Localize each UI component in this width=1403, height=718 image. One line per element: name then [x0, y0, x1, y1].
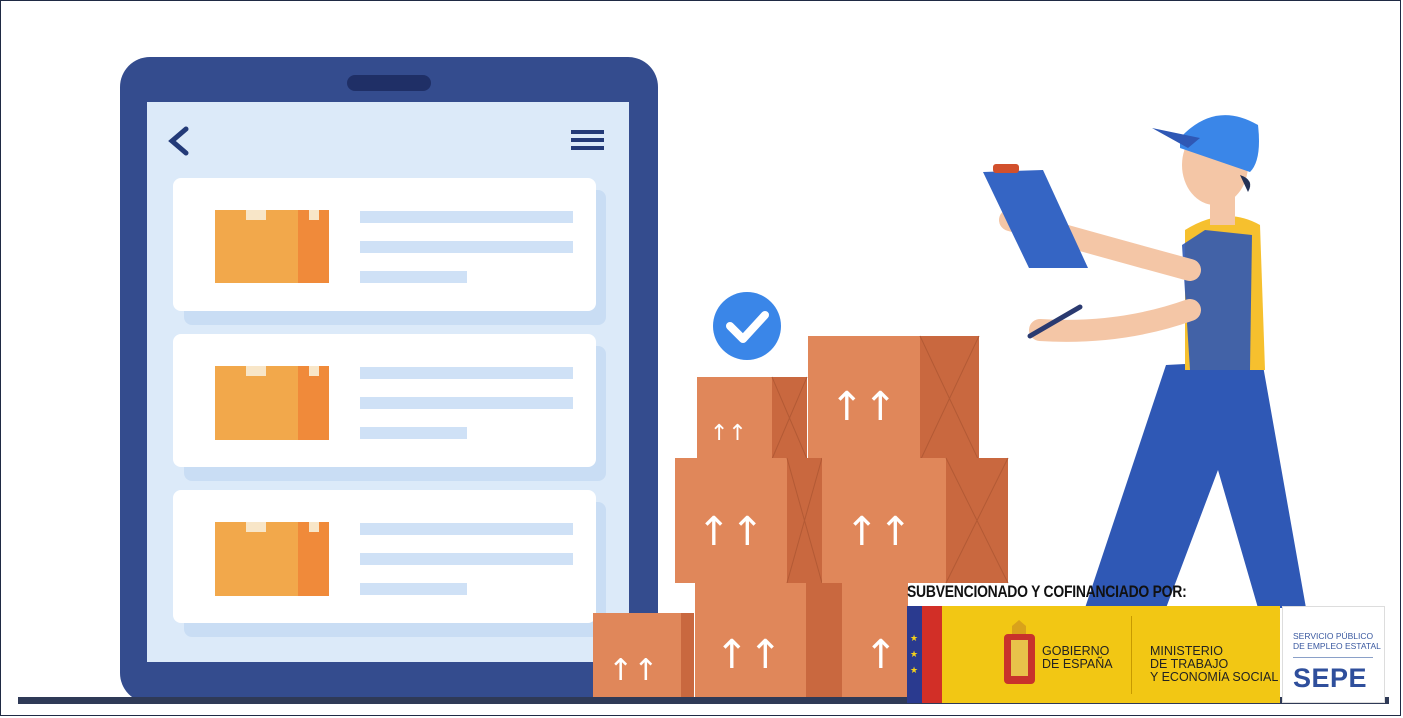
coat-of-arms-icon	[1004, 620, 1035, 684]
funding-logos: ★ ★ ★ GOBIERNO DE ESPAÑA MINISTERIO DE TRA…	[907, 606, 1385, 703]
logo-divider	[1131, 616, 1132, 694]
tablet-speaker	[347, 75, 431, 91]
sepe-line: DE EMPLEO ESTATAL	[1293, 641, 1381, 651]
government-logo-panel: GOBIERNO DE ESPAÑA MINISTERIO DE TRABAJO…	[942, 606, 1280, 703]
svg-text:↑↑: ↑↑	[830, 384, 897, 430]
subsidy-label: SUBVENCIONADO Y COFINANCIADO POR:	[907, 582, 1187, 601]
sepe-subtitle: SERVICIO PÚBLICO DE EMPLEO ESTATAL	[1293, 631, 1381, 651]
svg-text:↑↑: ↑↑	[608, 653, 658, 688]
cardboard-box: ↑↑	[822, 457, 1009, 584]
cardboard-box: ↑↑	[697, 376, 808, 460]
sepe-acronym: SEPE	[1293, 663, 1368, 693]
check-badge-icon	[713, 292, 781, 360]
cardboard-box: ↑↑	[593, 613, 694, 703]
ministerio-text: MINISTERIO DE TRABAJO Y ECONOMÍA SOCIAL	[1150, 645, 1278, 684]
cardboard-box: ↑	[842, 583, 908, 703]
gobierno-line: DE ESPAÑA	[1042, 657, 1113, 671]
cardboard-box: ↑↑	[695, 583, 842, 703]
list-card	[173, 334, 606, 481]
menu-icon	[571, 130, 604, 150]
sepe-line: SERVICIO PÚBLICO	[1293, 631, 1374, 641]
gobierno-text: GOBIERNO DE ESPAÑA	[1042, 645, 1113, 671]
spain-flag-icon	[922, 606, 942, 703]
svg-text:↑: ↑	[864, 632, 898, 678]
svg-text:↑↑: ↑↑	[697, 509, 764, 555]
list-card	[173, 490, 606, 637]
list-card	[173, 178, 606, 325]
svg-text:↑↑: ↑↑	[845, 509, 912, 555]
ministerio-line: Y ECONOMÍA SOCIAL	[1150, 670, 1279, 684]
cardboard-box: ↑↑	[675, 457, 823, 584]
cardboard-box: ↑↑	[808, 335, 980, 462]
eu-flag-icon: ★ ★ ★	[907, 606, 922, 703]
clipboard-icon	[983, 170, 1088, 268]
sepe-logo: SERVICIO PÚBLICO DE EMPLEO ESTATAL SEPE	[1282, 606, 1385, 703]
svg-text:↑↑: ↑↑	[715, 632, 782, 678]
sepe-divider	[1293, 657, 1373, 658]
tablet-list	[173, 178, 606, 637]
worker	[983, 115, 1306, 608]
svg-text:↑↑: ↑↑	[710, 421, 747, 446]
